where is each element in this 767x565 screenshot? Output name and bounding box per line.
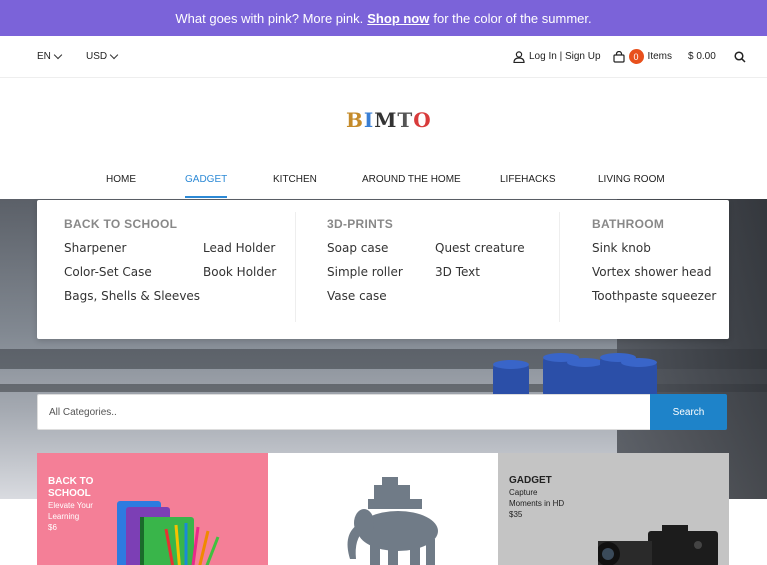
menu-link-soap-case[interactable]: Soap case	[327, 241, 388, 255]
nav-lifehacks[interactable]: LIFEHACKS	[500, 174, 556, 185]
tile-subtitle: Capture	[509, 488, 538, 497]
login-label: Log In | Sign Up	[529, 51, 601, 62]
cart-link[interactable]: 0 Items	[612, 49, 672, 64]
menu-heading-back-to-school[interactable]: BACK TO SCHOOL	[64, 217, 177, 231]
cart-count-badge: 0	[628, 49, 644, 64]
tile-subtitle: Elevate Your	[48, 501, 93, 510]
tile-title-line: SCHOOL	[48, 488, 91, 499]
menu-link-sharpener[interactable]: Sharpener	[64, 241, 126, 255]
items-label: Items	[647, 51, 672, 62]
announcement-text-after: for the color of the summer.	[433, 10, 592, 26]
logo-letter: M	[374, 108, 398, 132]
menu-link-vase-case[interactable]: Vase case	[327, 289, 387, 303]
nav-around-the-home[interactable]: AROUND THE HOME	[362, 174, 461, 185]
menu-link-book-holder[interactable]: Book Holder	[203, 265, 276, 279]
search-icon[interactable]	[734, 50, 746, 63]
currency-selector[interactable]: USD	[86, 50, 119, 62]
search-button[interactable]: Search	[650, 394, 727, 430]
cart-total: $ 0.00	[688, 51, 716, 62]
account-cart-group: Log In | Sign Up 0 Items $ 0.00	[513, 49, 746, 64]
utility-bar: EN USD Log In | Sign Up 0 Items $ 0.00	[0, 36, 767, 78]
language-selector[interactable]: EN	[37, 50, 63, 62]
nav-gadget[interactable]: GADGET	[185, 174, 228, 198]
tile-title: BACK TO SCHOOL	[48, 476, 93, 500]
promo-tile-back-to-school[interactable]: BACK TO SCHOOL Elevate Your Learning $6	[37, 453, 268, 565]
tile-title-line: BACK TO	[48, 476, 94, 487]
login-link[interactable]: Log In | Sign Up	[513, 50, 601, 63]
menu-link-simple-roller[interactable]: Simple roller	[327, 265, 403, 279]
menu-heading-bathroom[interactable]: BATHROOM	[592, 217, 664, 231]
language-value: EN	[37, 51, 51, 62]
menu-link-color-set-case[interactable]: Color-Set Case	[64, 265, 152, 279]
menu-link-sink-knob[interactable]: Sink knob	[592, 241, 651, 255]
nav-living-room[interactable]: LIVING ROOM	[598, 174, 665, 185]
menu-heading-3d-prints[interactable]: 3D-PRINTS	[327, 217, 393, 231]
nav-kitchen[interactable]: KITCHEN	[273, 174, 317, 185]
menu-link-vortex-shower-head[interactable]: Vortex shower head	[592, 265, 711, 279]
main-nav: HOME GADGET KITCHEN AROUND THE HOME LIFE…	[0, 174, 767, 198]
logo-letter: B	[346, 108, 364, 132]
logo-letter: I	[363, 108, 375, 132]
tile-subtitle: Learning	[48, 512, 80, 521]
elephant-print-image	[347, 477, 438, 565]
logo-letter: T	[397, 108, 414, 132]
menu-link-3d-text[interactable]: 3D Text	[435, 265, 480, 279]
school-supplies-image	[117, 501, 220, 565]
cart-icon	[612, 50, 625, 63]
announcement-bar: What goes with pink? More pink. Shop now…	[0, 0, 767, 36]
currency-value: USD	[86, 51, 108, 62]
user-icon	[513, 50, 525, 63]
camera-image	[598, 525, 718, 565]
menu-divider	[295, 212, 296, 322]
chevron-down-icon	[109, 50, 119, 60]
category-search: Search	[37, 394, 727, 430]
menu-link-lead-holder[interactable]: Lead Holder	[203, 241, 275, 255]
shop-now-link[interactable]: Shop now	[367, 11, 429, 26]
menu-link-toothpaste-squeezer[interactable]: Toothpaste squeezer	[592, 289, 716, 303]
promo-tile-3d-print[interactable]	[268, 453, 498, 565]
tile-price: $6	[48, 523, 57, 532]
tile-title: GADGET	[509, 475, 552, 486]
announcement-text: What goes with pink? More pink.	[175, 10, 364, 26]
tile-subtitle: Moments in HD	[509, 499, 565, 508]
chevron-down-icon	[53, 50, 63, 60]
nav-home[interactable]: HOME	[106, 174, 136, 185]
search-input[interactable]	[37, 394, 650, 430]
menu-divider	[559, 212, 560, 322]
tile-price: $35	[509, 510, 523, 519]
menu-link-quest-creature[interactable]: Quest creature	[435, 241, 525, 255]
gadget-mega-menu: BACK TO SCHOOL Sharpener Color-Set Case …	[37, 200, 729, 339]
site-logo[interactable]: BIMTO	[346, 108, 432, 132]
promo-tile-gadget[interactable]: GADGET Capture Moments in HD $35	[498, 453, 729, 565]
menu-link-bags-shells-sleeves[interactable]: Bags, Shells & Sleeves	[64, 289, 200, 303]
logo-letter: O	[413, 108, 432, 132]
